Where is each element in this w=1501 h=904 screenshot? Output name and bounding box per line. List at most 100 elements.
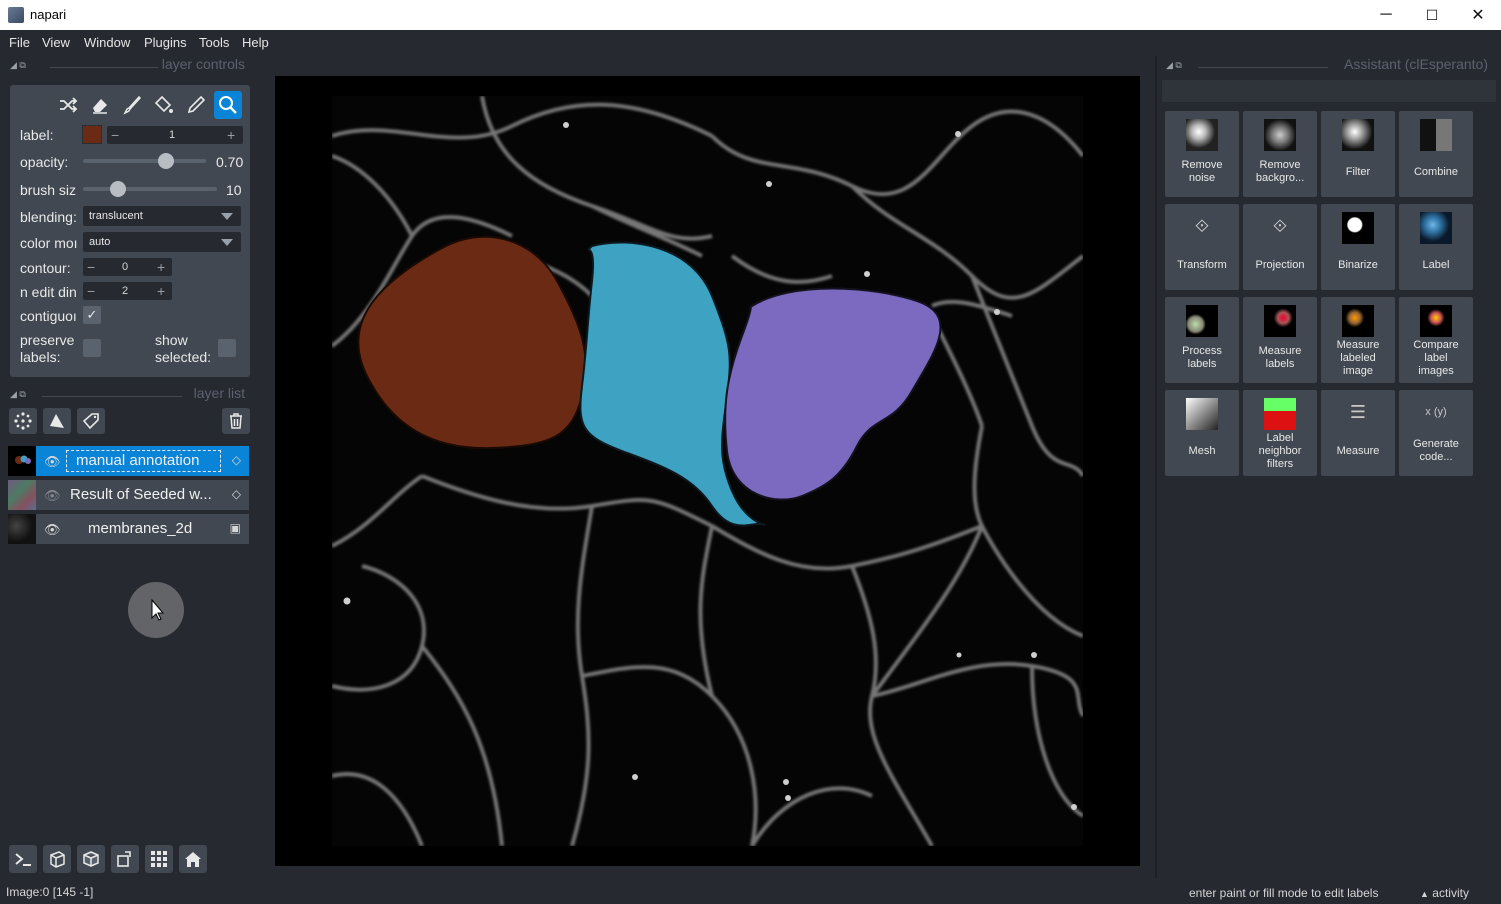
membranes-image[interactable] bbox=[332, 96, 1083, 846]
assistant-tile-label[interactable]: Label bbox=[1399, 204, 1473, 290]
color-picker-icon[interactable] bbox=[182, 91, 210, 119]
opacity-slider-handle[interactable] bbox=[158, 153, 174, 169]
membrane-image-render bbox=[332, 96, 1083, 846]
viewer-canvas[interactable] bbox=[275, 76, 1140, 866]
mouse-pointer-icon bbox=[151, 598, 165, 621]
roll-dimensions-button[interactable] bbox=[77, 845, 105, 873]
layer-name[interactable]: membranes_2d bbox=[88, 520, 192, 537]
binarize-icon bbox=[1342, 212, 1374, 244]
tile-caption: Mesh bbox=[1188, 445, 1216, 457]
assistant-tile-mesh[interactable]: Mesh bbox=[1165, 390, 1239, 476]
blending-select[interactable]: translucent bbox=[83, 206, 241, 226]
contour-increment-icon[interactable]: + bbox=[157, 259, 165, 275]
assistant-tile-measure[interactable]: ☰ Measure bbox=[1321, 390, 1395, 476]
filter-icon bbox=[1342, 119, 1374, 151]
zoom-icon[interactable] bbox=[214, 91, 242, 119]
label-spinbox[interactable]: − 1 + bbox=[107, 126, 243, 144]
dock-pin-icons[interactable]: ◢ ⧉ bbox=[10, 389, 26, 400]
combine-icon bbox=[1420, 119, 1452, 151]
new-labels-layer-button[interactable] bbox=[77, 408, 105, 434]
menu-file[interactable]: File bbox=[9, 35, 30, 50]
label-icon bbox=[1420, 212, 1452, 244]
layer-name[interactable]: manual annotation bbox=[66, 450, 221, 472]
label-increment-icon[interactable]: + bbox=[227, 127, 235, 143]
new-shapes-layer-button[interactable] bbox=[43, 408, 71, 434]
tag-icon bbox=[82, 413, 99, 430]
dock-splitter[interactable] bbox=[1155, 56, 1157, 878]
visibility-eye-hidden-icon[interactable]: 👁 bbox=[44, 488, 61, 504]
contour-label: contour: bbox=[20, 260, 71, 276]
assistant-tile-combine[interactable]: Combine bbox=[1399, 111, 1473, 197]
assistant-tile-process-labels[interactable]: Process labels bbox=[1165, 297, 1239, 383]
ndisplay-button[interactable] bbox=[43, 845, 71, 873]
layer-item-membranes-2d[interactable]: 👁 membranes_2d ▣ bbox=[8, 514, 249, 544]
contiguous-label: contiguoı bbox=[20, 308, 77, 324]
contiguous-checkbox[interactable]: ✓ bbox=[83, 306, 101, 324]
menu-view[interactable]: View bbox=[42, 35, 70, 50]
visibility-eye-icon[interactable]: 👁 bbox=[44, 454, 61, 470]
brush-size-slider-handle[interactable] bbox=[110, 181, 126, 197]
assistant-tile-generate-code[interactable]: x (y) Generate code... bbox=[1399, 390, 1473, 476]
n-edit-dim-spinbox[interactable]: − 2 + bbox=[83, 282, 172, 300]
menu-plugins[interactable]: Plugins bbox=[144, 35, 187, 50]
activity-button[interactable]: ▲ activity bbox=[1420, 886, 1469, 900]
color-mode-select[interactable]: auto bbox=[83, 232, 241, 252]
delete-layer-button[interactable] bbox=[222, 408, 250, 434]
status-coordinates: Image:0 [145 -1] bbox=[6, 885, 94, 899]
assistant-tile-binarize[interactable]: Binarize bbox=[1321, 204, 1395, 290]
menu-tools[interactable]: Tools bbox=[199, 35, 229, 50]
n-edit-dim-increment-icon[interactable]: + bbox=[157, 283, 165, 299]
contour-decrement-icon[interactable]: − bbox=[87, 259, 95, 275]
eraser-icon[interactable] bbox=[86, 91, 114, 119]
new-points-layer-button[interactable] bbox=[9, 408, 37, 434]
home-button[interactable] bbox=[179, 845, 207, 873]
fill-bucket-icon[interactable] bbox=[150, 91, 178, 119]
minimize-button[interactable]: ─ bbox=[1363, 0, 1409, 30]
grid-view-button[interactable] bbox=[145, 845, 173, 873]
dock-pin-icons[interactable]: ◢ ⧉ bbox=[1166, 60, 1182, 71]
dock-pin-icons[interactable]: ◢ ⧉ bbox=[10, 60, 26, 71]
tile-caption: label bbox=[1424, 352, 1448, 364]
shuffle-icon[interactable] bbox=[54, 91, 82, 119]
assistant-tile-projection[interactable]: ⟐ Projection bbox=[1243, 204, 1317, 290]
layer-item-result-of-seeded-watershed[interactable]: 👁 Result of Seeded w... ◇ bbox=[8, 480, 249, 510]
assistant-tile-transform[interactable]: ⟐ Transform bbox=[1165, 204, 1239, 290]
home-icon bbox=[185, 852, 201, 867]
assistant-tile-filter[interactable]: Filter bbox=[1321, 111, 1395, 197]
brush-size-slider[interactable] bbox=[83, 187, 217, 191]
show-selected-checkbox[interactable] bbox=[218, 339, 236, 357]
contour-spinbox[interactable]: − 0 + bbox=[83, 258, 172, 276]
assistant-search-bar[interactable] bbox=[1162, 80, 1496, 102]
maximize-button[interactable]: ☐ bbox=[1409, 0, 1455, 30]
preserve-labels-checkbox[interactable] bbox=[83, 339, 101, 357]
transpose-button[interactable] bbox=[111, 845, 139, 873]
activity-label: activity bbox=[1432, 886, 1469, 900]
paintbrush-icon[interactable] bbox=[118, 91, 146, 119]
layer-item-manual-annotation[interactable]: 👁 manual annotation ◇ bbox=[8, 446, 249, 476]
assistant-tile-label-neighbor-filters[interactable]: Label neighbor filters bbox=[1243, 390, 1317, 476]
assistant-tile-measure-labels[interactable]: Measure labels bbox=[1243, 297, 1317, 383]
assistant-tile-compare-label-images[interactable]: Compare label images bbox=[1399, 297, 1473, 383]
tile-caption: filters bbox=[1266, 458, 1294, 470]
assistant-tile-remove-noise[interactable]: Remove noise bbox=[1165, 111, 1239, 197]
n-edit-dim-decrement-icon[interactable]: − bbox=[87, 283, 95, 299]
check-icon: ✓ bbox=[86, 307, 98, 322]
label-decrement-icon[interactable]: − bbox=[111, 127, 119, 143]
layer-name[interactable]: Result of Seeded w... bbox=[70, 486, 212, 503]
assistant-tile-remove-background[interactable]: Remove backgro... bbox=[1243, 111, 1317, 197]
opacity-slider[interactable] bbox=[83, 159, 206, 163]
console-button[interactable] bbox=[9, 845, 37, 873]
visibility-eye-icon[interactable]: 👁 bbox=[44, 522, 61, 538]
brush-size-label: brush siz bbox=[20, 182, 77, 198]
tile-caption: images bbox=[1418, 365, 1454, 377]
measure-labeled-image-icon bbox=[1342, 305, 1374, 337]
menu-window[interactable]: Window bbox=[84, 35, 130, 50]
menu-help[interactable]: Help bbox=[242, 35, 269, 50]
label-color-swatch[interactable] bbox=[82, 125, 102, 144]
assistant-tile-measure-labeled-image[interactable]: Measure labeled image bbox=[1321, 297, 1395, 383]
opacity-value[interactable]: 0.70 bbox=[216, 154, 250, 170]
brush-size-value[interactable]: 10 bbox=[226, 182, 242, 198]
tile-caption: neighbor bbox=[1258, 445, 1302, 457]
tile-caption: Process bbox=[1182, 345, 1222, 357]
close-button[interactable]: ✕ bbox=[1455, 0, 1501, 30]
